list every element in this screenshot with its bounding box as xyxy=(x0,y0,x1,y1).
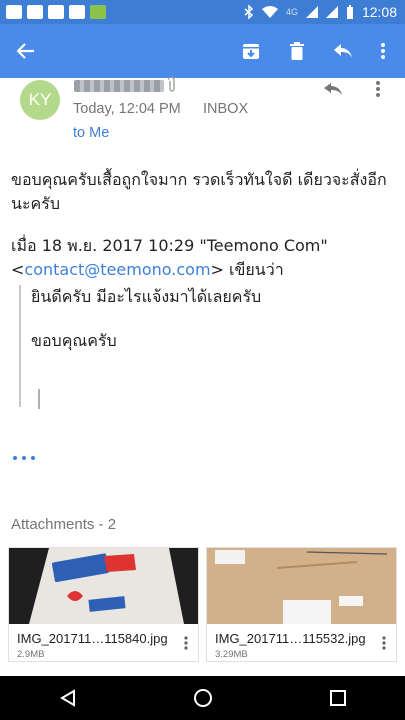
arrow-back-icon xyxy=(17,43,34,59)
quote-header-suffix: > เขียนว่า xyxy=(210,260,284,279)
folder-label: INBOX xyxy=(203,101,249,117)
reply-icon xyxy=(324,83,342,95)
notification-icons xyxy=(0,5,106,19)
attachment-more-button[interactable] xyxy=(378,634,390,652)
more-vert-icon xyxy=(184,636,188,650)
attachment-size: 3.29MB xyxy=(215,649,248,660)
attachment-clip-icon xyxy=(167,76,176,98)
quoted-line: ขอบคุณครับ xyxy=(31,331,117,350)
notification-icon xyxy=(27,5,43,19)
delete-button[interactable] xyxy=(277,24,317,78)
status-bar: 4G 12:08 xyxy=(0,0,405,24)
attachment-card[interactable]: IMG_201711…115532.jpg 3.29MB xyxy=(206,547,397,662)
notification-icon xyxy=(48,5,64,19)
reply-button[interactable] xyxy=(323,24,363,78)
nav-back-button[interactable] xyxy=(46,676,90,720)
system-nav-bar xyxy=(0,676,405,720)
attachment-more-button[interactable] xyxy=(180,634,192,652)
nested-quote-bar xyxy=(38,389,40,409)
app-bar xyxy=(0,24,405,78)
quote-header-date: เมื่อ 18 พ.ย. 2017 10:29 "Teemono Com" xyxy=(11,236,328,255)
nav-back-icon xyxy=(59,689,75,707)
recipient-link[interactable]: to Me xyxy=(73,125,109,141)
nav-home-icon xyxy=(193,689,212,707)
skype-icon xyxy=(69,5,85,19)
message-paragraph: ขอบคุณครับเสื้อถูกใจมาก รวดเร็วทันใจดี เ… xyxy=(11,170,387,213)
battery-icon xyxy=(346,5,354,19)
nav-home-button[interactable] xyxy=(181,676,225,720)
clock: 12:08 xyxy=(361,4,397,20)
more-vert-icon xyxy=(381,43,385,59)
more-options-button[interactable] xyxy=(363,24,403,78)
signal-icon xyxy=(305,6,318,18)
message-time: Today, 12:04 PM xyxy=(73,101,181,117)
delete-icon xyxy=(290,42,304,60)
dot xyxy=(13,456,17,460)
archive-icon xyxy=(243,44,259,59)
attachment-filename: IMG_201711…115840.jpg xyxy=(17,631,168,646)
nav-recents-icon xyxy=(329,690,346,706)
notification-icon xyxy=(6,5,22,19)
more-vert-icon xyxy=(376,81,380,97)
attachment-card[interactable]: IMG_201711…115840.jpg 2.9MB xyxy=(8,547,199,662)
network-type: 4G xyxy=(285,7,298,17)
quoted-line: ยินดีครับ มีอะไรแจ้งมาได้เลยครับ xyxy=(31,287,262,306)
dot xyxy=(31,456,35,460)
quote-header: เมื่อ 18 พ.ย. 2017 10:29 "Teemono Com" <… xyxy=(11,234,396,282)
sender-name-redacted xyxy=(74,80,164,92)
more-vert-icon xyxy=(382,636,386,650)
email-link[interactable]: contact@teemono.com xyxy=(24,260,210,279)
nav-recents-button[interactable] xyxy=(316,676,360,720)
reply-icon xyxy=(334,44,352,58)
avatar[interactable]: KY xyxy=(20,80,60,120)
archive-button[interactable] xyxy=(231,24,271,78)
bluetooth-icon xyxy=(244,5,254,19)
wifi-icon xyxy=(261,6,278,18)
quote-email-open: < xyxy=(11,260,25,279)
back-button[interactable] xyxy=(6,24,46,78)
attachment-filename: IMG_201711…115532.jpg xyxy=(215,631,366,646)
app-icon xyxy=(90,5,106,19)
attachment-thumbnail xyxy=(207,548,396,624)
attachments-title: Attachments - 2 xyxy=(11,516,117,533)
quoted-text: ยินดีครับ มีอะไรแจ้งมาได้เลยครับ ขอบคุณค… xyxy=(19,285,389,407)
message-more-button[interactable] xyxy=(366,76,390,102)
message-body: ขอบคุณครับเสื้อถูกใจมาก รวดเร็วทันใจดี เ… xyxy=(11,168,396,407)
show-trimmed-content-button[interactable] xyxy=(13,456,35,460)
attachment-thumbnail xyxy=(9,548,198,624)
dot xyxy=(22,456,26,460)
attachment-size: 2.9MB xyxy=(17,649,45,660)
signal-icon xyxy=(325,6,338,18)
message-reply-button[interactable] xyxy=(318,76,348,102)
